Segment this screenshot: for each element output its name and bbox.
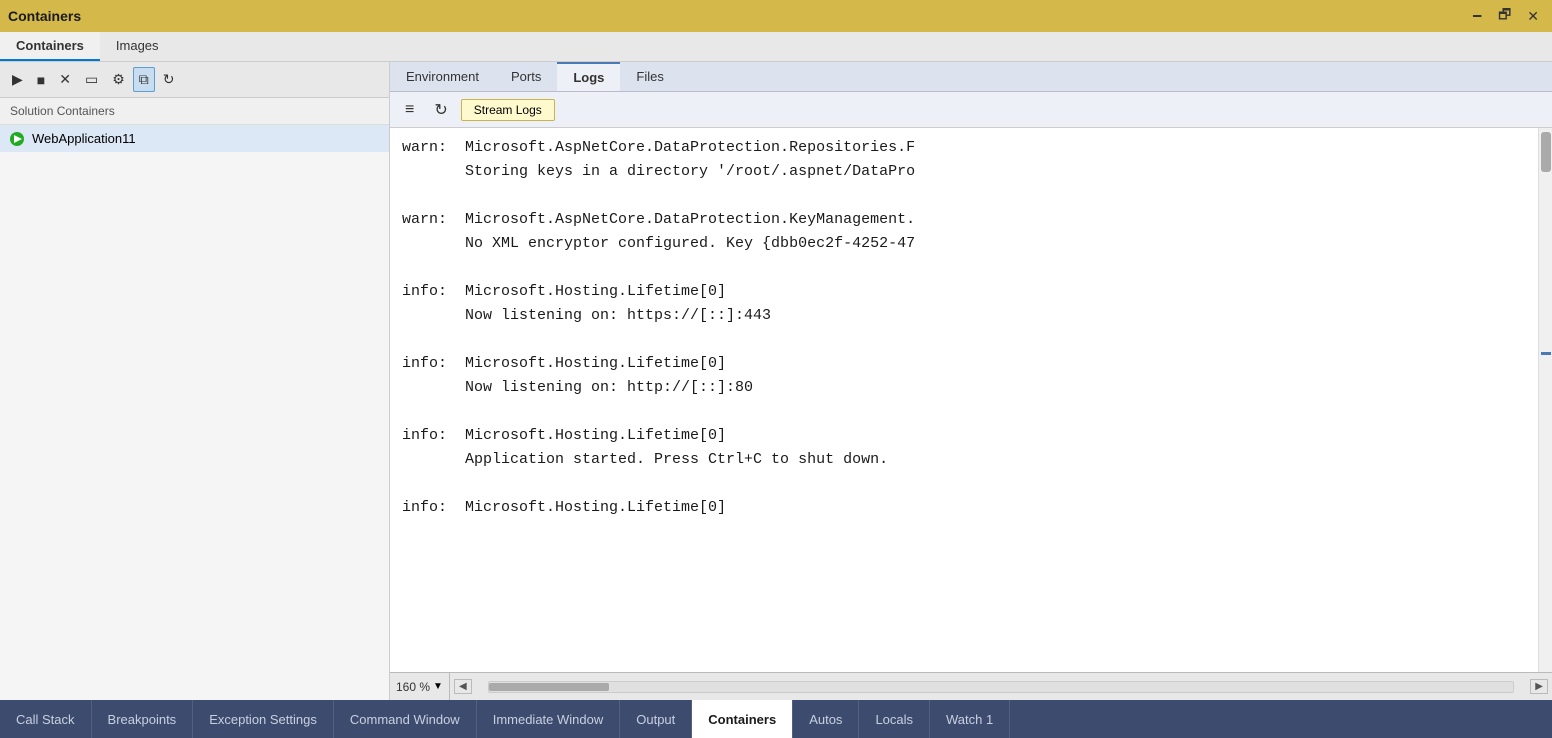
top-tab-containers[interactable]: Containers (0, 32, 100, 61)
left-panel: ▶■✕▭⚙⧉↻ Solution Containers WebApplicati… (0, 62, 390, 700)
horizontal-scroll-area[interactable]: ◀ ▶ (450, 673, 1552, 700)
container-item[interactable]: WebApplication11 (0, 125, 389, 152)
toolbar-close-button[interactable]: ✕ (53, 67, 77, 92)
refresh-log-button[interactable]: ↻ (427, 96, 454, 124)
status-tab-command-window[interactable]: Command Window (334, 700, 477, 738)
scroll-left-button[interactable]: ◀ (454, 679, 472, 694)
status-tab-watch1[interactable]: Watch 1 (930, 700, 1010, 738)
h-scrollbar-thumb (489, 683, 609, 691)
bottom-bar: 160 % ▼ ◀ ▶ (390, 672, 1552, 700)
toolbar-copy-button[interactable]: ⧉ (133, 67, 155, 92)
zoom-dropdown-icon[interactable]: ▼ (433, 681, 443, 692)
clear-log-icon: ≡ (405, 101, 414, 118)
sub-tabs: EnvironmentPortsLogsFiles (390, 62, 1552, 92)
zoom-area: 160 % ▼ (390, 673, 450, 700)
close-button[interactable]: ✕ (1522, 6, 1544, 27)
restore-button[interactable]: 🗗 (1493, 2, 1516, 30)
top-tab-images[interactable]: Images (100, 32, 175, 61)
log-scrollbar[interactable] (1538, 128, 1552, 672)
container-name: WebApplication11 (32, 131, 136, 146)
status-tab-immediate-window[interactable]: Immediate Window (477, 700, 621, 738)
content-area: ▶■✕▭⚙⧉↻ Solution Containers WebApplicati… (0, 62, 1552, 700)
status-tab-breakpoints[interactable]: Breakpoints (92, 700, 194, 738)
container-list: WebApplication11 (0, 125, 389, 152)
h-scrollbar-track[interactable] (488, 681, 1515, 693)
toolbar-start-button[interactable]: ▶ (6, 67, 29, 92)
log-content[interactable]: warn: Microsoft.AspNetCore.DataProtectio… (390, 128, 1538, 672)
status-tabs: Call StackBreakpointsException SettingsC… (0, 700, 1552, 738)
log-wrapper: warn: Microsoft.AspNetCore.DataProtectio… (390, 128, 1552, 672)
log-toolbar: ≡ ↻ Stream Logs (390, 92, 1552, 128)
solution-label: Solution Containers (0, 98, 389, 125)
window-title: Containers (8, 8, 81, 24)
window-controls: 🗕 🗗 ✕ (1467, 2, 1544, 30)
status-tab-output[interactable]: Output (620, 700, 692, 738)
zoom-value: 160 % (396, 680, 430, 694)
main-container: ContainersImages ▶■✕▭⚙⧉↻ Solution Contai… (0, 32, 1552, 738)
toolbar-settings-button[interactable]: ⚙ (106, 67, 131, 92)
top-tabs: ContainersImages (0, 32, 1552, 62)
sub-tab-ports[interactable]: Ports (495, 62, 557, 91)
scroll-right-button[interactable]: ▶ (1530, 679, 1548, 694)
log-text: warn: Microsoft.AspNetCore.DataProtectio… (402, 136, 1526, 520)
container-status-dot (10, 132, 24, 146)
clear-log-button[interactable]: ≡ (398, 97, 421, 123)
toolbar-terminal-button[interactable]: ▭ (79, 67, 104, 92)
sub-tab-files[interactable]: Files (620, 62, 679, 91)
scrollbar-thumb (1541, 132, 1551, 172)
status-tab-locals[interactable]: Locals (859, 700, 930, 738)
minimize-button[interactable]: 🗕 (1467, 2, 1487, 30)
status-tab-autos[interactable]: Autos (793, 700, 859, 738)
right-panel: EnvironmentPortsLogsFiles ≡ ↻ Stream Log… (390, 62, 1552, 700)
scroll-indicator (1541, 352, 1551, 355)
toolbar-refresh-button[interactable]: ↻ (157, 67, 181, 92)
refresh-log-icon: ↻ (434, 102, 447, 119)
status-tab-exception-settings[interactable]: Exception Settings (193, 700, 334, 738)
toolbar-stop-button[interactable]: ■ (31, 68, 51, 92)
title-bar: Containers 🗕 🗗 ✕ (0, 0, 1552, 32)
sub-tab-environment[interactable]: Environment (390, 62, 495, 91)
sub-tab-logs[interactable]: Logs (557, 62, 620, 91)
play-icon (14, 135, 22, 143)
stream-logs-button[interactable]: Stream Logs (461, 99, 555, 121)
status-tab-call-stack[interactable]: Call Stack (0, 700, 92, 738)
toolbar: ▶■✕▭⚙⧉↻ (0, 62, 389, 98)
status-tab-containers[interactable]: Containers (692, 700, 793, 738)
